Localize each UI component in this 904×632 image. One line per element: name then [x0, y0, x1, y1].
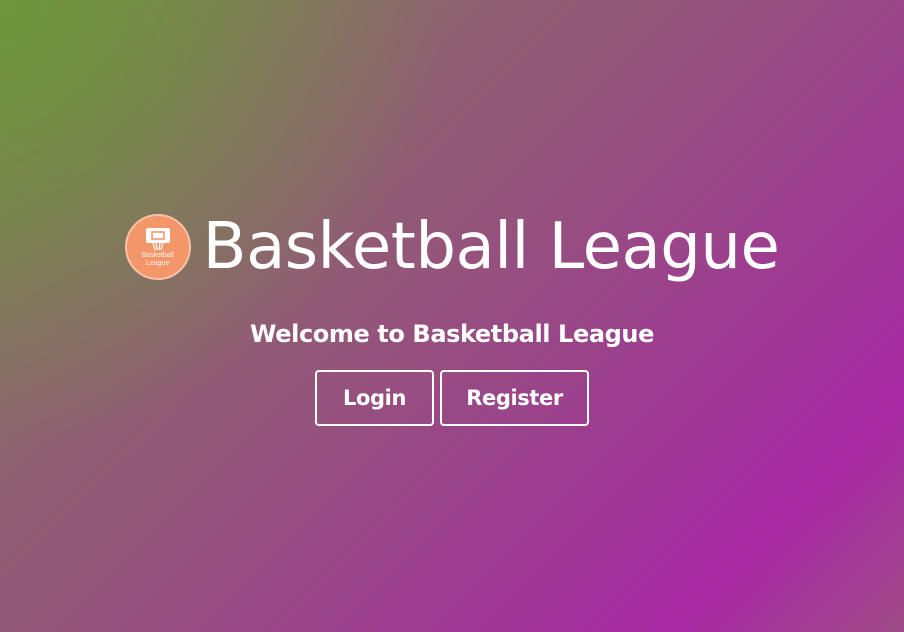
brand-logo: Basketball League: [124, 214, 191, 280]
logo-text-line1: Basketball: [141, 251, 174, 259]
page-title: Basketball League: [202, 210, 780, 284]
welcome-heading: Welcome to Basketball League: [250, 320, 654, 348]
login-button[interactable]: Login: [315, 370, 434, 426]
brand-header: Basketball League Basketball League: [0, 210, 904, 284]
logo-text-line2: League: [145, 259, 170, 267]
auth-actions: Login Register: [0, 370, 904, 426]
basketball-hoop-icon: [145, 227, 170, 250]
landing-hero: Basketball League Basketball League Welc…: [0, 0, 904, 632]
register-button[interactable]: Register: [440, 370, 589, 426]
